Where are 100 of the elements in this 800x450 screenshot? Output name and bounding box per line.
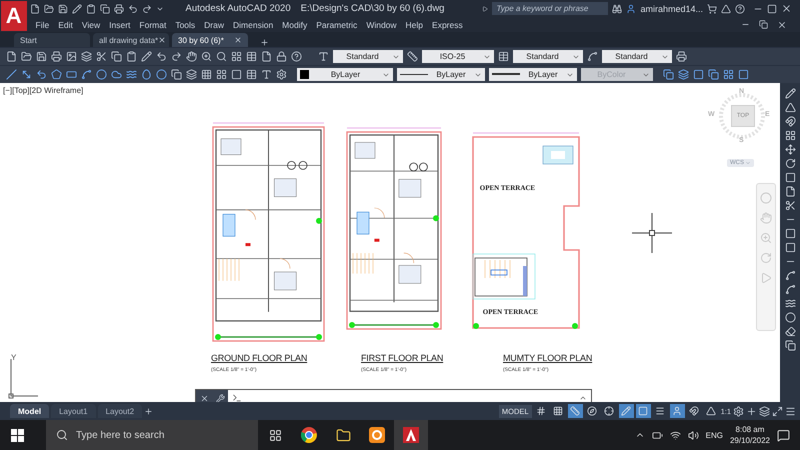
wave-icon[interactable] xyxy=(126,69,137,80)
battery-icon[interactable] xyxy=(652,430,663,440)
open-folder-icon[interactable] xyxy=(21,51,32,62)
scissors-icon[interactable] xyxy=(784,200,796,211)
circle-icon[interactable] xyxy=(96,69,107,80)
copy-icon[interactable] xyxy=(100,4,110,14)
add-tab-icon[interactable] xyxy=(260,38,269,47)
menu-item[interactable]: Insert xyxy=(109,20,130,30)
square-icon[interactable] xyxy=(738,69,749,80)
status-toggle[interactable] xyxy=(568,404,583,418)
copy-icon[interactable] xyxy=(171,69,182,80)
file-tab[interactable]: Start xyxy=(14,33,90,47)
cut-icon[interactable] xyxy=(96,51,107,62)
layout-tab[interactable]: Model xyxy=(10,404,50,418)
printer-icon[interactable] xyxy=(676,51,687,62)
copy-icon[interactable] xyxy=(663,69,674,80)
print-icon[interactable] xyxy=(114,4,124,14)
copy-icon[interactable] xyxy=(111,51,122,62)
text-icon[interactable] xyxy=(318,51,329,62)
caret-icon[interactable] xyxy=(579,394,587,402)
text-icon[interactable] xyxy=(261,69,272,80)
menu-icon[interactable] xyxy=(785,406,796,416)
menu-item[interactable]: File xyxy=(36,20,50,30)
style-dropdown[interactable]: Standard xyxy=(513,50,583,63)
close-icon[interactable] xyxy=(158,36,166,44)
menu-item[interactable]: Modify xyxy=(282,20,308,30)
pencil-icon[interactable] xyxy=(72,4,82,14)
triangle-icon[interactable] xyxy=(721,4,731,14)
close-icon[interactable] xyxy=(234,36,242,44)
layers-icon[interactable] xyxy=(81,51,92,62)
diagonal-arrow-icon[interactable] xyxy=(21,69,32,80)
print-icon[interactable] xyxy=(51,51,62,62)
menu-item[interactable]: Help xyxy=(406,20,424,30)
image-icon[interactable] xyxy=(66,51,77,62)
menu-item[interactable]: Window xyxy=(366,20,397,30)
spline-icon[interactable] xyxy=(81,69,92,80)
menu-item[interactable]: View xyxy=(82,20,100,30)
volume-icon[interactable] xyxy=(688,430,699,440)
table-icon[interactable] xyxy=(246,69,257,80)
redo-icon[interactable] xyxy=(142,4,152,14)
close-icon[interactable] xyxy=(777,20,787,30)
new-file-icon[interactable] xyxy=(6,51,17,62)
menu-item[interactable]: Parametric xyxy=(316,20,358,30)
menu-item[interactable]: Format xyxy=(139,20,166,30)
file-tab[interactable]: all drawing data* xyxy=(93,33,169,47)
user-icon[interactable] xyxy=(626,4,636,14)
lock-icon[interactable] xyxy=(276,51,287,62)
wrench-icon[interactable] xyxy=(216,394,224,402)
square-icon[interactable] xyxy=(231,69,242,80)
redo-icon[interactable] xyxy=(171,51,182,62)
menu-item[interactable]: Edit xyxy=(58,20,73,30)
paste-icon[interactable] xyxy=(126,51,137,62)
search-field[interactable]: Type a keyword or phrase xyxy=(492,2,608,15)
table-icon[interactable] xyxy=(498,51,509,62)
file-tab[interactable]: 30 by 60 (6)* xyxy=(172,33,248,47)
magnet-icon[interactable] xyxy=(784,116,796,127)
style-dropdown[interactable]: Standard xyxy=(333,50,403,63)
document-icon[interactable] xyxy=(784,186,796,197)
menu-item[interactable]: Draw xyxy=(204,20,224,30)
property-dropdown[interactable]: ByLayer xyxy=(489,68,577,81)
property-dropdown[interactable]: ByLayer xyxy=(297,68,393,81)
terminal-icon[interactable] xyxy=(232,393,242,402)
status-toggle[interactable] xyxy=(670,404,685,418)
document-icon[interactable] xyxy=(261,51,272,62)
tiles-icon[interactable] xyxy=(216,69,227,80)
menu-item[interactable]: Tools xyxy=(175,20,196,30)
line-icon[interactable] xyxy=(6,69,17,80)
ruler-icon[interactable] xyxy=(407,51,418,62)
rectangle-icon[interactable] xyxy=(66,69,77,80)
layers-icon[interactable] xyxy=(759,406,770,416)
zoom-icon[interactable] xyxy=(201,51,212,62)
undo-icon[interactable] xyxy=(128,4,138,14)
fullscreen-icon[interactable] xyxy=(772,406,783,416)
wifi-icon[interactable] xyxy=(670,430,681,440)
search-icon[interactable] xyxy=(56,429,68,441)
menu-item[interactable]: Express xyxy=(432,20,463,30)
app-icon[interactable] xyxy=(369,427,385,443)
spline-icon[interactable] xyxy=(784,270,796,281)
save-icon[interactable] xyxy=(36,51,47,62)
folder-icon[interactable] xyxy=(336,428,350,442)
restore-icon[interactable] xyxy=(759,20,768,29)
clock-time[interactable]: 8:08 am xyxy=(736,425,764,434)
plus-icon[interactable] xyxy=(746,406,757,416)
square-icon[interactable] xyxy=(693,69,704,80)
menu-item[interactable]: Dimension xyxy=(233,20,274,30)
play-icon[interactable] xyxy=(482,6,488,12)
add-tab-icon[interactable] xyxy=(144,406,154,416)
help-icon[interactable] xyxy=(735,4,745,14)
binoculars-icon[interactable] xyxy=(612,4,622,14)
status-toggle[interactable] xyxy=(618,404,634,418)
layers-icon[interactable] xyxy=(678,69,689,80)
clipboard-icon[interactable] xyxy=(86,4,96,14)
spline-icon[interactable] xyxy=(784,284,796,295)
viewport-label[interactable]: [−][Top][2D Wireframe] xyxy=(3,86,84,95)
task-view-icon[interactable] xyxy=(268,428,282,442)
clock-date[interactable]: 29/10/2022 xyxy=(730,436,770,445)
language-indicator[interactable]: ENG xyxy=(706,430,723,440)
style-dropdown[interactable]: ISO-25 xyxy=(422,50,494,63)
style-dropdown[interactable]: Standard xyxy=(602,50,672,63)
cart-icon[interactable] xyxy=(707,4,717,14)
